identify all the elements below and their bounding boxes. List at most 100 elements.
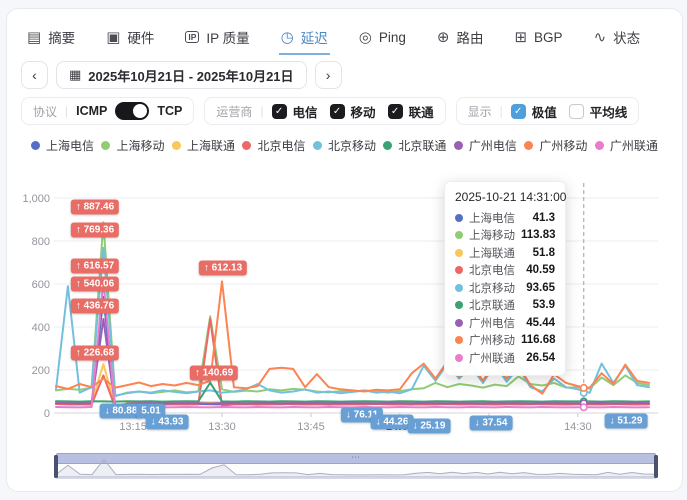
y-axis-label: 800 xyxy=(32,236,50,248)
max-marker-540.06: ↑ 540.06 xyxy=(71,277,119,292)
tab-label: 摘要 xyxy=(48,27,75,47)
tooltip-series-name: 广州联通 xyxy=(469,350,520,366)
tab-BGP[interactable]: ⊞BGP xyxy=(512,21,564,55)
max-marker-616.57: ↑ 616.57 xyxy=(71,259,119,274)
checkbox-平均线[interactable]: 平均线 xyxy=(569,102,628,121)
legend-item-北京移动[interactable]: 北京移动 xyxy=(313,137,376,154)
tooltip-series-name: 广州移动 xyxy=(469,332,515,348)
tab-状态[interactable]: ∿状态 xyxy=(592,21,643,55)
tooltip-row: 广州联通26.54 xyxy=(455,349,555,367)
filter-bar: 协议 | ICMP TCP 运营商 | ✓电信✓移动✓联通 显示 | ✓极值平均… xyxy=(21,97,639,125)
tab-label: 硬件 xyxy=(127,27,154,47)
legend-item-北京联通[interactable]: 北京联通 xyxy=(383,137,446,154)
tooltip-series-value: 40.59 xyxy=(526,264,555,276)
tab-IP 质量[interactable]: IP IP 质量 xyxy=(183,21,251,55)
legend-label: 上海联通 xyxy=(187,137,235,154)
legend-dot-icon xyxy=(595,141,604,150)
tab-摘要[interactable]: ▤摘要 xyxy=(25,21,77,55)
checkbox-极值[interactable]: ✓ 极值 xyxy=(511,102,557,121)
hover-point-广州联通 xyxy=(581,404,587,410)
hardware-icon: ▣ xyxy=(106,30,120,45)
legend-label: 广州电信 xyxy=(469,137,517,154)
legend-item-广州联通[interactable]: 广州联通 xyxy=(595,137,658,154)
datazoom-right-handle[interactable] xyxy=(654,455,658,478)
checkbox-label: 电信 xyxy=(293,102,318,121)
checkbox-电信[interactable]: ✓电信 xyxy=(272,102,318,121)
tooltip-series-name: 上海移动 xyxy=(469,227,515,243)
tooltip-title: 2025-10-21 14:31:00 xyxy=(455,190,555,204)
calendar-icon: ▦ xyxy=(69,67,81,83)
legend-label: 北京移动 xyxy=(328,137,376,154)
tooltip-series-value: 41.3 xyxy=(533,212,555,224)
tooltip-series-value: 53.9 xyxy=(533,299,555,311)
legend-dot-icon xyxy=(383,141,392,150)
route-icon: ⊕ xyxy=(437,30,450,45)
y-axis-label: 200 xyxy=(32,365,50,377)
checkbox-label: 极值 xyxy=(532,102,557,121)
tooltip-series-dot-icon xyxy=(455,336,463,344)
legend-item-上海联通[interactable]: 上海联通 xyxy=(172,137,235,154)
datazoom-slider[interactable]: ⋯ xyxy=(56,453,656,479)
legend-label: 上海电信 xyxy=(46,137,94,154)
tab-延迟[interactable]: ◷ 延迟 xyxy=(279,21,330,55)
tab-label: 路由 xyxy=(456,27,483,47)
datazoom-left-handle[interactable] xyxy=(54,455,58,478)
legend-dot-icon xyxy=(31,141,40,150)
latency-chart[interactable]: 1,000800600400200013:1513:3013:4514:0014… xyxy=(7,169,682,453)
legend-item-广州移动[interactable]: 广州移动 xyxy=(524,137,587,154)
ip-quality-icon: IP xyxy=(185,31,199,44)
date-range-button[interactable]: ▦ 2025年10月21日 - 2025年10月21日 xyxy=(56,61,307,89)
tooltip-series-dot-icon xyxy=(455,319,463,327)
legend-item-上海移动[interactable]: 上海移动 xyxy=(101,137,164,154)
min-marker-25.19: ↓ 25.19 xyxy=(408,419,451,434)
tooltip-series-dot-icon xyxy=(455,231,463,239)
max-marker-226.68: ↑ 226.68 xyxy=(71,346,119,361)
tooltip-series-name: 上海电信 xyxy=(469,210,527,226)
prev-day-button[interactable]: ‹ xyxy=(21,61,48,89)
datazoom-shadow xyxy=(56,453,656,479)
y-axis-label: 400 xyxy=(32,322,50,334)
legend-item-北京电信[interactable]: 北京电信 xyxy=(242,137,305,154)
tooltip-row: 上海联通51.8 xyxy=(455,244,555,262)
tooltip-series-dot-icon xyxy=(455,249,463,257)
x-axis-label: 13:45 xyxy=(297,421,325,433)
protocol-toggle[interactable] xyxy=(115,102,149,120)
checkbox-联通[interactable]: ✓联通 xyxy=(388,102,434,121)
latency-clock-icon: ◷ xyxy=(281,30,294,45)
legend-item-上海电信[interactable]: 上海电信 xyxy=(31,137,94,154)
tab-label: IP 质量 xyxy=(206,27,249,47)
checked-box-icon: ✓ xyxy=(511,104,526,119)
tab-label: Ping xyxy=(379,30,406,45)
min-marker-37.54: ↓ 37.54 xyxy=(470,416,513,431)
tab-label: BGP xyxy=(534,30,563,45)
toggle-knob xyxy=(133,104,147,118)
chart-tooltip: 2025-10-21 14:31:00 上海电信 41.3 上海移动 113.83 上海… xyxy=(444,181,566,376)
tab-label: 延迟 xyxy=(301,27,328,47)
tooltip-series-value: 113.83 xyxy=(521,229,556,241)
tooltip-row: 广州电信45.44 xyxy=(455,314,555,332)
tooltip-series-value: 93.65 xyxy=(526,282,555,294)
legend-label: 广州移动 xyxy=(539,137,587,154)
legend-item-广州电信[interactable]: 广州电信 xyxy=(454,137,517,154)
tooltip-series-name: 北京电信 xyxy=(469,262,520,278)
max-marker-887.46: ↑ 887.46 xyxy=(71,200,119,215)
checkbox-移动[interactable]: ✓移动 xyxy=(330,102,376,121)
tooltip-series-name: 北京移动 xyxy=(469,280,520,296)
next-day-button[interactable]: › xyxy=(315,61,342,89)
legend-dot-icon xyxy=(101,141,110,150)
tab-Ping[interactable]: ◎Ping xyxy=(357,21,408,55)
tooltip-row: 广州移动116.68 xyxy=(455,332,555,350)
tooltip-series-value: 45.44 xyxy=(526,317,555,329)
min-marker-43.93: ↓ 43.93 xyxy=(146,415,189,430)
display-group: 显示 | ✓极值平均线 xyxy=(456,97,640,125)
legend-label: 广州联通 xyxy=(610,137,658,154)
tooltip-row: 上海电信 41.3 xyxy=(455,209,555,227)
protocol-group: 协议 | ICMP TCP xyxy=(21,97,194,125)
tab-硬件[interactable]: ▣ 硬件 xyxy=(104,21,156,55)
tooltip-series-dot-icon xyxy=(455,284,463,292)
max-marker-612.13: ↑ 612.13 xyxy=(199,261,247,276)
y-axis-label: 0 xyxy=(44,408,50,420)
tooltip-series-name: 上海联通 xyxy=(469,245,527,261)
tab-路由[interactable]: ⊕ 路由 xyxy=(435,21,486,55)
tooltip-row: 北京电信 40.59 xyxy=(455,262,555,280)
